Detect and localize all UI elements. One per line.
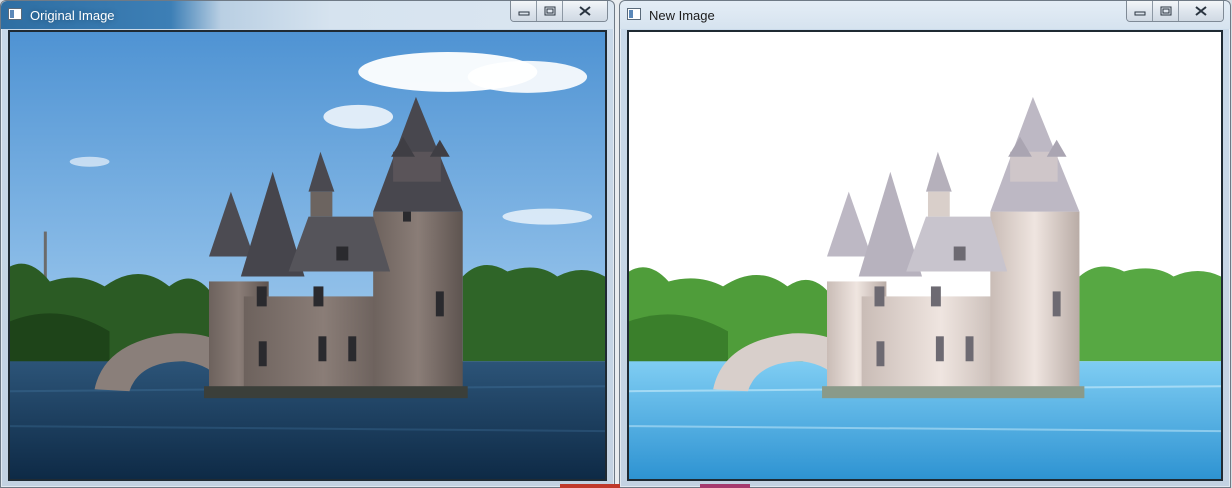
castle-photo-brightened <box>629 32 1221 479</box>
new-image-window[interactable]: New Image <box>619 0 1231 488</box>
taskbar-fragment <box>560 484 620 488</box>
minimize-button[interactable] <box>1127 1 1153 21</box>
close-button[interactable] <box>1179 1 1223 21</box>
minimize-button[interactable] <box>511 1 537 21</box>
minimize-icon <box>518 11 529 16</box>
original-image-window[interactable]: Original Image <box>0 0 615 488</box>
app-window-icon <box>8 8 22 20</box>
close-button[interactable] <box>563 1 607 21</box>
maximize-button[interactable] <box>1153 1 1179 21</box>
app-window-icon <box>627 8 641 20</box>
title-bar[interactable]: Original Image <box>1 1 614 29</box>
window-title: Original Image <box>30 8 115 23</box>
new-image-canvas[interactable] <box>627 30 1223 481</box>
minimize-icon <box>1134 11 1145 16</box>
window-controls <box>510 1 608 22</box>
taskbar-fragment <box>700 484 750 488</box>
maximize-button[interactable] <box>537 1 563 21</box>
maximize-icon <box>544 6 555 16</box>
window-controls <box>1126 1 1224 22</box>
castle-photo-original <box>10 32 605 479</box>
title-bar[interactable]: New Image <box>620 1 1230 29</box>
maximize-icon <box>1160 6 1171 16</box>
close-icon <box>1195 6 1207 16</box>
window-title: New Image <box>649 8 715 23</box>
original-image-canvas[interactable] <box>8 30 607 481</box>
close-icon <box>579 6 591 16</box>
